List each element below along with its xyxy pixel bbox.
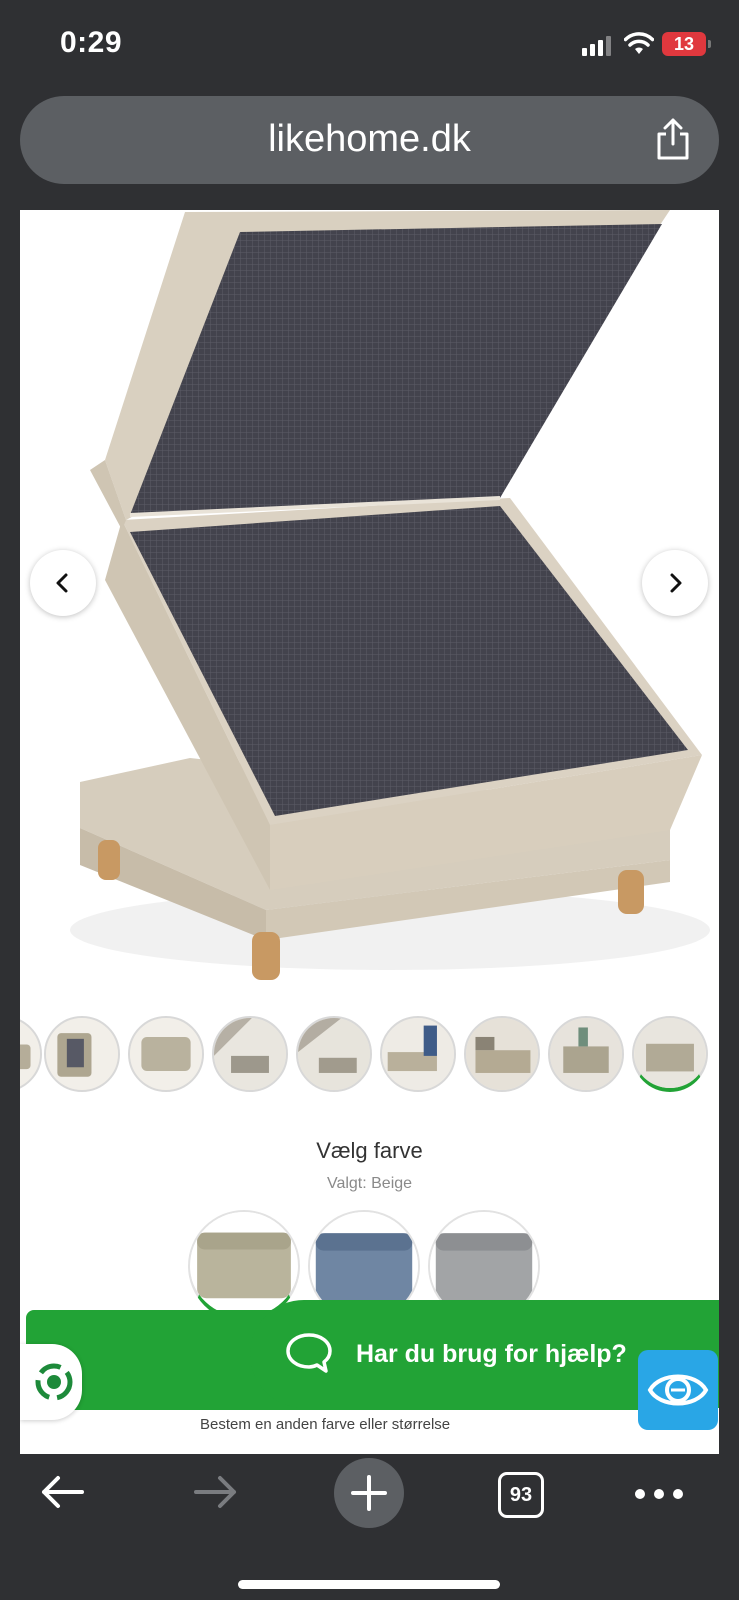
prev-image-button[interactable] xyxy=(30,550,96,616)
more-menu-icon[interactable] xyxy=(634,1488,684,1500)
thumbnail[interactable] xyxy=(464,1016,540,1092)
thumbnail-active[interactable] xyxy=(632,1016,708,1092)
tab-count-button[interactable]: 93 xyxy=(498,1472,544,1518)
thumbnail[interactable] xyxy=(212,1016,288,1092)
status-bar: 0:29 13 xyxy=(0,0,739,90)
wifi-icon xyxy=(624,32,654,54)
color-section-title: Vælg farve xyxy=(316,1138,423,1163)
forward-arrow-icon[interactable] xyxy=(192,1472,240,1512)
new-tab-button[interactable] xyxy=(334,1458,404,1528)
thumbnail-strip xyxy=(20,1016,719,1106)
thumbnail[interactable] xyxy=(128,1016,204,1092)
plus-icon xyxy=(351,1475,387,1511)
battery-indicator: 13 xyxy=(662,32,711,56)
screen: 0:29 13 likehome.dk Vælg farve Valgt: Be… xyxy=(0,0,739,1600)
home-indicator xyxy=(238,1580,500,1589)
share-icon[interactable] xyxy=(653,116,693,162)
recycle-badge[interactable] xyxy=(20,1344,82,1420)
selected-color-label: Valgt: Beige xyxy=(326,1175,413,1192)
chevron-right-icon xyxy=(670,573,682,593)
thumbnail[interactable] xyxy=(20,1016,42,1092)
chevron-left-icon xyxy=(56,573,68,593)
thumbnail[interactable] xyxy=(44,1016,120,1092)
thumbnail[interactable] xyxy=(548,1016,624,1092)
recycle-icon xyxy=(35,1363,73,1401)
product-image[interactable] xyxy=(30,210,710,1000)
next-image-button[interactable] xyxy=(642,550,708,616)
accessibility-button[interactable] xyxy=(638,1350,718,1430)
signal-icon xyxy=(582,34,612,56)
browser-toolbar: 93 xyxy=(0,1454,739,1600)
thumbnail[interactable] xyxy=(380,1016,456,1092)
help-label: Har du brug for hjælp? xyxy=(356,1339,627,1368)
status-time: 0:29 xyxy=(60,26,123,59)
back-arrow-icon[interactable] xyxy=(38,1472,86,1512)
chat-bubble-icon xyxy=(286,1333,332,1373)
web-page: Vælg farve Valgt: Beige Bestem en anden … xyxy=(20,210,719,1454)
thumbnail[interactable] xyxy=(296,1016,372,1092)
cart-subtext: Bestem en anden farve eller størrelse xyxy=(200,1416,451,1433)
url-text[interactable]: likehome.dk xyxy=(20,118,719,161)
address-bar[interactable]: likehome.dk xyxy=(20,96,719,184)
eye-icon xyxy=(647,1374,709,1406)
